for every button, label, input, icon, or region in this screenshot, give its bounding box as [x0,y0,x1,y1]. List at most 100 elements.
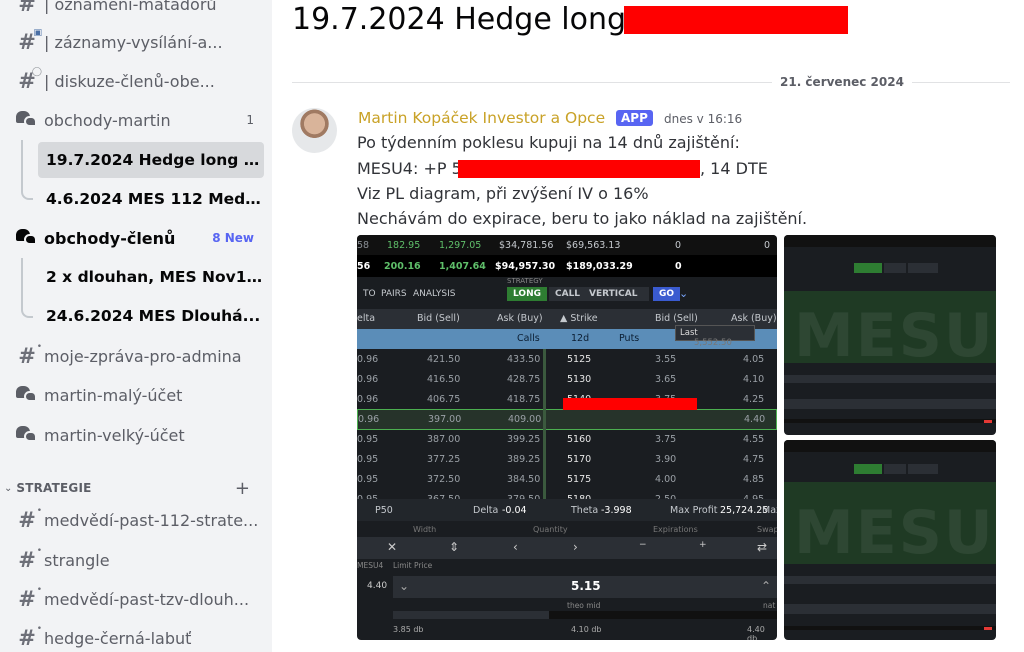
chevron-left-icon[interactable]: ‹ [513,540,518,554]
option-cell: 421.50 [427,354,461,365]
attachment-image-pl-diagram-2[interactable]: MESU [784,440,996,640]
option-cell: 399.25 [507,434,541,445]
mid-price: 4.10 db [571,625,602,634]
attachment-image-option-chain[interactable]: 58 182.95 1,297.05 $34,781.56 $69,563.13… [357,235,777,640]
thread-label: 24.6.2024 MES Dlouhá... [46,307,261,325]
message-line: MESU4: +P 5 [357,159,462,178]
forum-martin-velky[interactable]: martin-velký-účet [8,417,264,453]
message-line-tail: , 14 DTE [700,159,768,178]
option-cell: 397.00 [428,414,462,425]
option-cell: 3.90 [655,454,677,465]
option-cell: 0.96 [358,414,380,425]
controls-labels: Width Quantity Expirations Swap [413,525,777,534]
channel-label: | diskuze-členů-obe... [44,71,215,91]
swap-icon[interactable]: ⇄ [757,540,767,554]
option-cell: 428.75 [507,374,541,385]
hash-icon: # ▣ [18,28,42,54]
thread-label: 19.7.2024 Hedge long M... [46,151,264,169]
redaction-bar [563,398,697,410]
channel-moje-zprava[interactable]: # • moje-zpráva-pro-admina [8,338,264,374]
chevron-right-icon[interactable]: › [573,540,578,554]
option-row[interactable]: 0.96 421.50 433.50 5125 3.55 4.05 [357,349,777,370]
option-cell: 4.05 [743,354,765,365]
option-cell: 5125 [567,354,592,365]
option-cell: 4.10 [743,374,765,385]
summary-row: P50 Delta -0.04 Theta -3.998 Max Profit … [357,499,777,521]
last-price-tooltip: Last 5,552.50 [675,325,755,348]
channel-strangle[interactable]: # • strangle [8,542,264,578]
channel-zaznamy[interactable]: # ▣ | záznamy-vysílání-a... [8,24,264,60]
thread-connector [21,258,23,300]
long-button[interactable]: LONG [507,287,547,301]
thread-mes-112[interactable]: 4.6.2024 MES 112 Medv... [38,181,264,217]
hash-icon: # • [18,342,42,368]
forum-icon [16,384,38,406]
limit-price-stepper[interactable]: ⌄ 5.15 ⌃ [393,576,777,598]
channel-medvedi-past-112[interactable]: # • medvědí-past-112-strate... [8,502,264,538]
option-cell: 4.85 [743,474,765,485]
chevron-down-icon: ⌄ [399,579,410,593]
close-icon[interactable]: ✕ [387,540,397,554]
account-row: 58 182.95 1,297.05 $34,781.56 $69,563.13… [357,235,777,255]
channel-medvedi-past-dlouh[interactable]: # • medvědí-past-tzv-dlouh... [8,581,264,617]
channel-diskuze[interactable]: # ◯ | diskuze-členů-obe... [8,63,264,99]
option-row[interactable]: 0.95 387.00 399.25 5160 3.75 4.55 [357,429,777,450]
channel-oznameni[interactable]: #▮▮ | oznámení-matadorů [8,0,264,22]
chevron-up-icon: ⌃ [760,579,771,593]
option-row[interactable]: 0.95 372.50 384.50 5175 4.00 4.85 [357,469,777,490]
thread-hedge-long[interactable]: 19.7.2024 Hedge long M... [38,142,264,178]
sort-icon[interactable]: ⇕ [449,540,459,554]
channel-label: medvědí-past-112-strate... [44,510,259,530]
thread-mes-dlouha[interactable]: 24.6.2024 MES Dlouhá... [38,298,264,334]
option-cell: 377.25 [427,454,461,465]
option-cell: 4.40 [744,414,766,425]
thread-dlouhan[interactable]: 2 x dlouhan, MES Nov15... [38,259,264,295]
option-row[interactable]: 0.95 377.25 389.25 5170 3.90 4.75 [357,449,777,470]
chevron-down-icon[interactable]: ⌄ [673,285,694,302]
option-cell: 4.55 [743,434,765,445]
option-cell: 0.96 [357,354,379,365]
plus-icon[interactable]: + [699,540,707,550]
option-cell: 0.95 [357,474,379,485]
message-line: Nechávám do expirace, beru to jako nákla… [357,209,808,228]
option-cell: 0.95 [357,434,379,445]
category-strategie[interactable]: ⌄ STRATEGIE + [0,478,272,499]
tab-analysis[interactable]: ANALYSIS [407,287,461,301]
option-cell: 3.55 [655,354,677,365]
author-name[interactable]: Martin Kopáček Investor a Opce [358,109,605,127]
option-cell: 418.75 [507,394,541,405]
forum-obchody-clenu[interactable]: obchody-členů 8 New [8,220,264,256]
option-row[interactable]: 0.96 397.00 409.00 4.40 [357,409,777,430]
option-cell: 3.65 [655,374,677,385]
hash-icon: # • [18,624,42,650]
option-cell: 4.00 [655,474,677,485]
attachment-image-pl-diagram-1[interactable]: MESU [784,235,996,435]
option-row[interactable]: 0.96 416.50 428.75 5130 3.65 4.10 [357,369,777,390]
redaction-bar [458,160,700,178]
option-cell: 4.25 [743,394,765,405]
chevron-down-icon: ⌄ [4,482,13,494]
minus-icon[interactable]: − [639,540,647,550]
option-cell: 5160 [567,434,592,445]
channel-label: medvědí-past-tzv-dlouh... [44,589,250,609]
avatar[interactable] [292,108,337,153]
call-button[interactable]: CALL [549,287,587,301]
add-channel-icon[interactable]: + [235,478,250,499]
option-cell: 409.00 [508,414,542,425]
channel-label: obchody-martin [44,110,171,130]
forum-obchody-martin[interactable]: obchody-martin 1 [8,102,264,138]
channel-hedge-cerna-labut[interactable]: # • hedge-černá-labuť [8,620,264,652]
vertical-button[interactable]: VERTICAL [583,287,649,301]
thread-title: 19.7.2024 Hedge long [292,2,627,37]
forum-martin-maly[interactable]: martin-malý-účet [8,377,264,413]
price-slider[interactable] [393,611,777,619]
hash-icon: # ◯ [18,67,42,93]
channel-label: obchody-členů [44,228,176,248]
symbol-label: MESU4 [357,561,384,570]
forum-icon [16,227,38,249]
channel-label: martin-velký-účet [44,425,185,445]
thread-connector [21,180,33,200]
channel-label: hedge-černá-labuť [44,628,192,648]
thread-label: 2 x dlouhan, MES Nov15... [46,268,264,286]
quantity-value: 4.40 [367,581,388,591]
